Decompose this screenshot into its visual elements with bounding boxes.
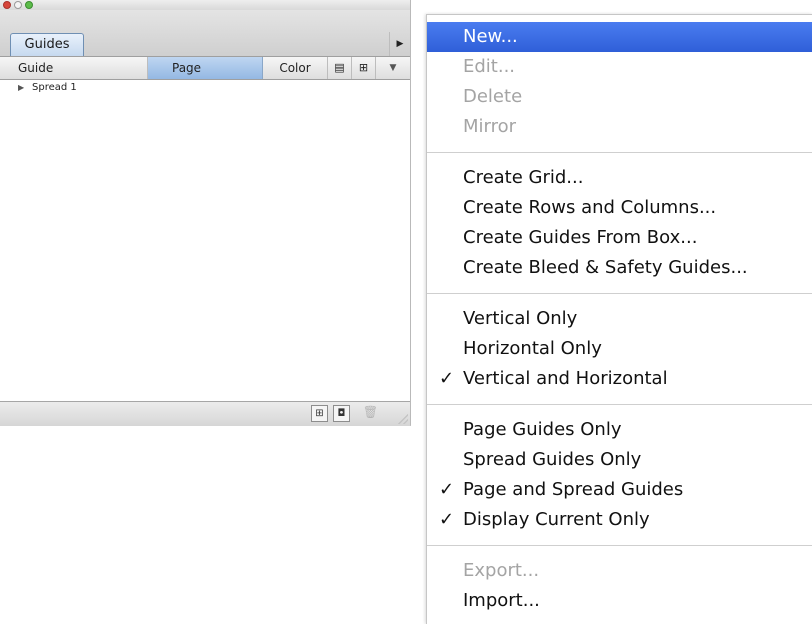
menu-item-label: Page and Spread Guides [463, 479, 684, 500]
trash-icon[interactable]: 🗑 [362, 405, 379, 422]
duplicate-icon[interactable]: ◘ [333, 405, 350, 422]
menu-item-create-guides-from-box[interactable]: Create Guides From Box... [427, 223, 812, 253]
menu-item-create-bleed-safety[interactable]: Create Bleed & Safety Guides... [427, 253, 812, 283]
menu-separator [427, 152, 812, 153]
grid-lines-icon[interactable]: ▤ [328, 57, 352, 79]
menu-triangle-icon[interactable]: ▼ [376, 57, 410, 79]
menu-item-mirror[interactable]: Mirror [427, 112, 812, 142]
disclosure-triangle-icon[interactable]: ▶ [18, 79, 24, 97]
crosshair-grid-icon[interactable]: ⊞ [352, 57, 376, 79]
menu-item-export[interactable]: Export... [427, 556, 812, 586]
menu-separator [427, 293, 812, 294]
palette-tabbar: Guides ▶ [0, 10, 410, 57]
menu-item-page-and-spread-guides[interactable]: ✓ Page and Spread Guides [427, 475, 812, 505]
palette-titlebar [0, 0, 410, 10]
palette-footer: ⊞ ◘ 🗑 [0, 401, 410, 426]
checkmark-icon: ✓ [439, 479, 455, 500]
menu-item-delete[interactable]: Delete [427, 82, 812, 112]
menu-item-label: Vertical and Horizontal [463, 368, 668, 389]
guides-tree: ▶ Spread 1 [0, 79, 410, 97]
tab-guides[interactable]: Guides [10, 33, 84, 56]
menu-item-edit[interactable]: Edit... [427, 52, 812, 82]
menu-item-new[interactable]: New... [427, 22, 812, 52]
guides-palette: Guides ▶ Guide Page Color ▤ ⊞ ▼ ▶ Spread… [0, 0, 411, 426]
menu-item-import[interactable]: Import... [427, 586, 812, 616]
column-color[interactable]: Color [263, 57, 328, 79]
menu-separator [427, 545, 812, 546]
menu-separator [427, 404, 812, 405]
guides-context-menu: New... Edit... Delete Mirror Create Grid… [426, 14, 812, 624]
menu-item-horizontal-only[interactable]: Horizontal Only [427, 334, 812, 364]
menu-item-spread-guides-only[interactable]: Spread Guides Only [427, 445, 812, 475]
resize-grip-icon[interactable] [398, 414, 408, 424]
zoom-window-icon[interactable] [25, 1, 33, 9]
minimize-window-icon[interactable] [14, 1, 22, 9]
menu-item-page-guides-only[interactable]: Page Guides Only [427, 415, 812, 445]
checkmark-icon: ✓ [439, 368, 455, 389]
menu-item-vertical-only[interactable]: Vertical Only [427, 304, 812, 334]
menu-item-display-current-only[interactable]: ✓ Display Current Only [427, 505, 812, 535]
column-page[interactable]: Page [148, 57, 263, 79]
menu-item-create-rows-columns[interactable]: Create Rows and Columns... [427, 193, 812, 223]
palette-flyout-icon[interactable]: ▶ [389, 32, 410, 56]
column-guide[interactable]: Guide [0, 57, 148, 79]
menu-item-label: Display Current Only [463, 509, 650, 530]
checkmark-icon: ✓ [439, 509, 455, 530]
tree-row-spread[interactable]: ▶ Spread 1 [0, 79, 410, 97]
menu-item-vertical-and-horizontal[interactable]: ✓ Vertical and Horizontal [427, 364, 812, 394]
tree-row-label: Spread 1 [32, 82, 77, 93]
close-window-icon[interactable] [3, 1, 11, 9]
column-header: Guide Page Color ▤ ⊞ ▼ [0, 57, 410, 80]
new-guide-icon[interactable]: ⊞ [311, 405, 328, 422]
menu-item-create-grid[interactable]: Create Grid... [427, 163, 812, 193]
